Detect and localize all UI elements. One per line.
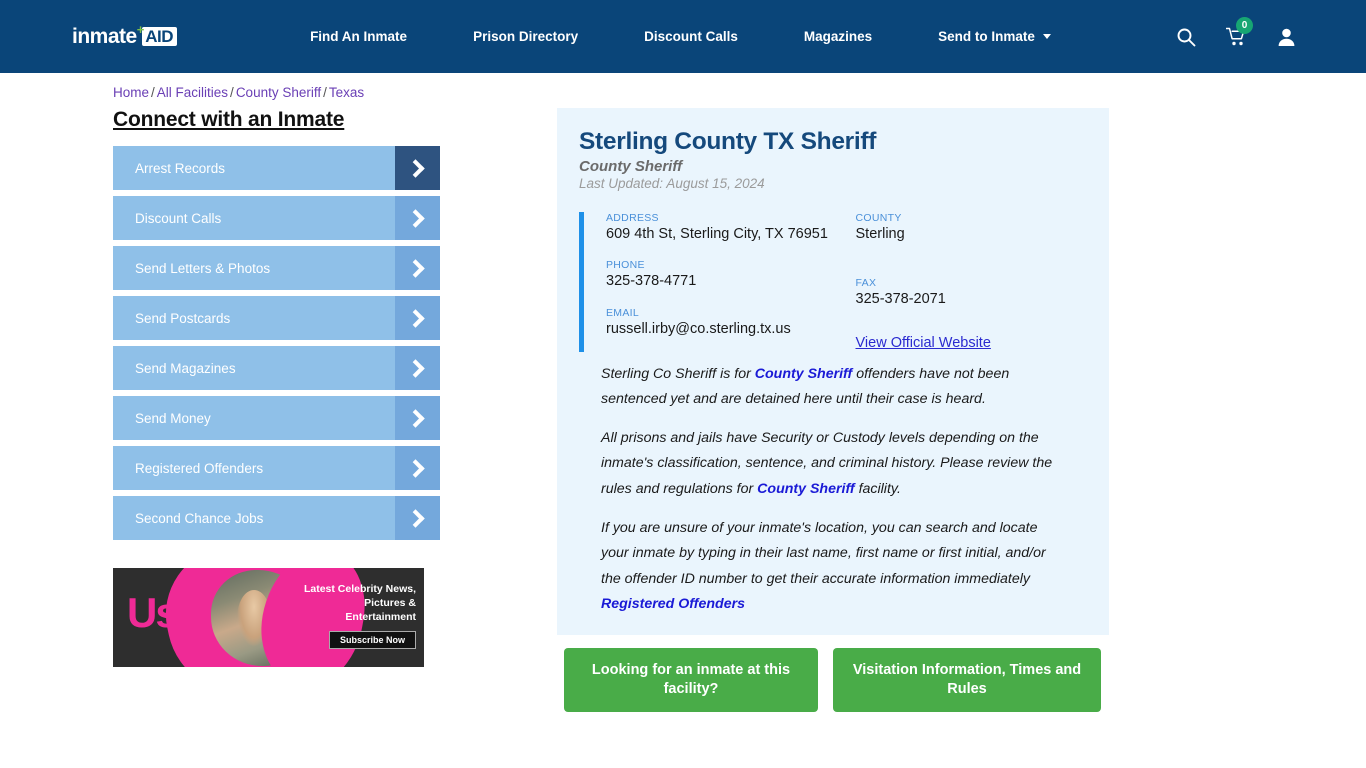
ad-copy-text: Latest Celebrity News, Pictures & Entert… [303, 583, 416, 623]
phone-value: 325-378-4771 [606, 273, 697, 290]
chevron-right-icon [395, 246, 440, 290]
visitation-info-button[interactable]: Visitation Information, Times and Rules [833, 648, 1101, 713]
sidebar-item-arrest-records[interactable]: Arrest Records [113, 146, 440, 190]
facility-info-column-right: COUNTY Sterling FAX 325-378-2071 View Of… [847, 212, 1088, 352]
email-label: EMAIL [606, 306, 640, 319]
facility-type: County Sheriff [579, 158, 683, 175]
phone-label: PHONE [606, 259, 645, 272]
logo-badge: AID [142, 26, 178, 47]
page-title: Sterling County TX Sheriff [579, 128, 877, 155]
description-paragraph-2: All prisons and jails have Security or C… [601, 426, 1065, 502]
chevron-right-icon [395, 346, 440, 390]
desc-p3-link-registered-offenders[interactable]: Registered Offenders [601, 596, 745, 612]
breadcrumb-separator: / [230, 85, 234, 100]
nav-item-discount-calls[interactable]: Discount Calls [611, 29, 771, 44]
main-content: Sterling County TX Sheriff County Sherif… [557, 108, 1109, 713]
sidebar-item-label: Send Magazines [135, 360, 236, 376]
sidebar-item-send-letters-photos[interactable]: Send Letters & Photos [113, 246, 440, 290]
desc-p1-text-a: Sterling Co Sheriff is for [601, 365, 755, 382]
sidebar-item-second-chance-jobs[interactable]: Second Chance Jobs [113, 496, 440, 540]
chevron-right-icon [395, 196, 440, 240]
sidebar-item-send-money[interactable]: Send Money [113, 396, 440, 440]
breadcrumb-item-texas[interactable]: Texas [329, 85, 364, 100]
county-value: Sterling [855, 226, 905, 242]
desc-p2-link-county-sheriff[interactable]: County Sheriff [757, 481, 854, 497]
breadcrumb-separator: / [151, 85, 155, 100]
facility-last-updated: Last Updated: August 15, 2024 [579, 176, 765, 191]
shopping-cart-icon[interactable]: 0 [1226, 16, 1253, 47]
facility-info-column-left: ADDRESS 609 4th St, Sterling City, TX 76… [606, 212, 847, 352]
desc-p2-text-b: facility. [854, 480, 901, 497]
nav-item-send-to-inmate[interactable]: Send to Inmate [905, 29, 1084, 44]
user-account-icon[interactable] [1277, 27, 1296, 47]
description-paragraph-1: Sterling Co Sheriff is for County Sherif… [601, 362, 1065, 413]
ad-brand-logo-dots: ▪▪▪▪ [167, 598, 183, 607]
sidebar-item-label: Registered Offenders [135, 460, 264, 476]
sidebar-item-label: Send Letters & Photos [135, 260, 271, 276]
fax-value: 325-378-2071 [855, 291, 946, 308]
facility-description: Sterling Co Sheriff is for County Sherif… [579, 352, 1087, 618]
chevron-right-icon [395, 446, 440, 490]
chevron-right-icon [395, 296, 440, 340]
search-icon[interactable] [1176, 27, 1196, 47]
sidebar-item-send-magazines[interactable]: Send Magazines [113, 346, 440, 390]
header-icon-group: 0 [1176, 16, 1296, 47]
cta-button-row: Looking for an inmate at this facility? … [557, 648, 1109, 713]
logo-text: inmate [72, 25, 137, 48]
desc-p3-text-a: If you are unsure of your inmate's locat… [601, 519, 1046, 587]
view-official-website-link[interactable]: View Official Website [856, 335, 991, 351]
cart-count-badge: 0 [1236, 16, 1253, 34]
chevron-right-icon [395, 496, 440, 540]
find-inmate-button[interactable]: Looking for an inmate at this facility? [564, 648, 818, 713]
address-value: 609 4th St, Sterling City, TX 76951 [606, 226, 828, 242]
sidebar-item-label: Arrest Records [135, 160, 226, 176]
chevron-right-icon [395, 396, 440, 440]
desc-p1-link-county-sheriff[interactable]: County Sheriff [755, 366, 852, 382]
ad-subscribe-button[interactable]: Subscribe Now [328, 631, 416, 649]
sidebar-item-registered-offenders[interactable]: Registered Offenders [113, 446, 440, 490]
email-value: russell.irby@co.sterling.tx.us [606, 320, 791, 337]
page-body: Home / All Facilities / County Sheriff / Texas… [0, 85, 1366, 713]
chevron-right-icon [395, 146, 440, 190]
site-logo[interactable]: inmate + AID [72, 22, 178, 52]
site-header: inmate + AID Find An Inmate Prison Direc… [0, 0, 1366, 73]
sidebar-title: Connect with an Inmate [113, 108, 345, 131]
advertisement-banner[interactable]: Us ▪▪▪▪ Latest Celebrity News, Pictures … [113, 568, 424, 667]
main-navigation: Find An Inmate Prison Directory Discount… [277, 29, 1084, 44]
sidebar: Connect with an Inmate Arrest Records Di… [113, 108, 440, 712]
breadcrumb-item-county-sheriff[interactable]: County Sheriff [236, 85, 321, 100]
fax-label: FAX [855, 277, 877, 290]
facility-info-block: ADDRESS 609 4th St, Sterling City, TX 76… [579, 212, 1087, 352]
sidebar-item-send-postcards[interactable]: Send Postcards [113, 296, 440, 340]
logo-plus-icon: + [136, 22, 145, 37]
sidebar-item-label: Send Money [135, 410, 211, 426]
county-label: COUNTY [855, 212, 902, 224]
breadcrumb: Home / All Facilities / County Sheriff / Texas [113, 85, 1366, 100]
nav-item-prison-directory[interactable]: Prison Directory [440, 29, 611, 44]
nav-item-find-an-inmate[interactable]: Find An Inmate [277, 29, 440, 44]
description-paragraph-3: If you are unsure of your inmate's locat… [601, 516, 1065, 617]
page-layout: Connect with an Inmate Arrest Records Di… [0, 108, 1366, 713]
facility-panel: Sterling County TX Sheriff County Sherif… [557, 108, 1109, 636]
breadcrumb-separator: / [323, 85, 327, 100]
sidebar-item-discount-calls[interactable]: Discount Calls [113, 196, 440, 240]
address-label: ADDRESS [606, 212, 659, 224]
sidebar-item-label: Send Postcards [135, 310, 231, 326]
sidebar-item-label: Discount Calls [135, 210, 222, 226]
breadcrumb-item-home[interactable]: Home [113, 85, 149, 100]
breadcrumb-item-all-facilities[interactable]: All Facilities [157, 85, 228, 100]
sidebar-item-label: Second Chance Jobs [135, 510, 264, 526]
nav-item-magazines[interactable]: Magazines [771, 29, 905, 44]
